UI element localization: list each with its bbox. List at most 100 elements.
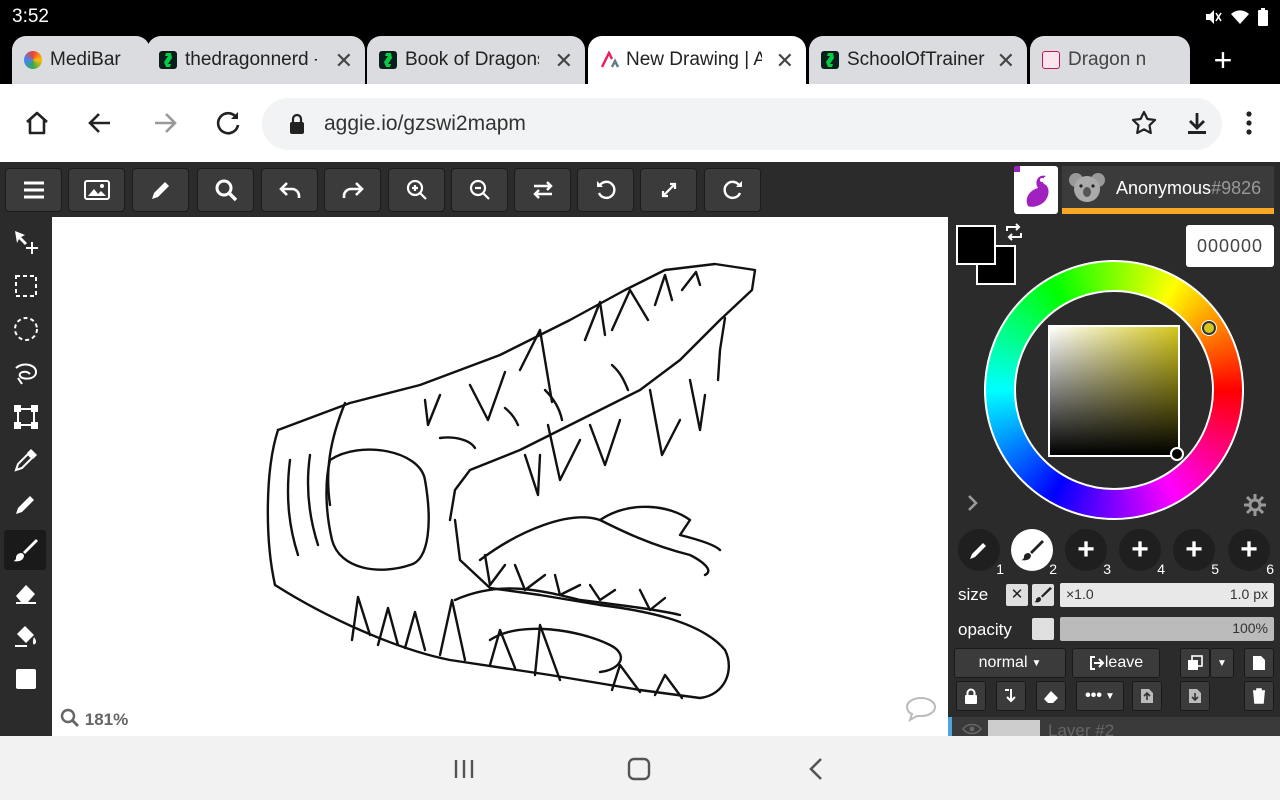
tab-new-drawing[interactable]: New Drawing | Ag ✕ [588,36,806,84]
more-options-button[interactable]: ••• ▼ [1076,681,1124,711]
koala-avatar-icon [1069,173,1105,202]
swap-colors-icon[interactable] [1004,223,1024,241]
hue-handle[interactable] [1202,321,1216,335]
drawing-canvas[interactable] [52,217,948,736]
fill-icon [15,626,37,647]
drawing-app: Anonymous#9826 181% 000000 1 2 + 3 + 4 +… [0,162,1280,736]
close-icon[interactable]: ✕ [555,48,573,74]
leave-icon [1089,656,1105,670]
rotate-left-button[interactable] [577,168,634,212]
delete-layer-button[interactable] [1244,681,1274,711]
brush-preset-4[interactable]: + 4 [1119,529,1165,577]
menu-button[interactable] [5,168,62,212]
omnibox[interactable]: aggie.io/gzswi2mapm [262,98,1222,150]
move-tool[interactable] [8,224,44,260]
reload-icon[interactable] [208,103,248,143]
home-button[interactable] [619,754,659,784]
pencil-tool[interactable] [8,486,44,522]
duplicate-layer-button[interactable] [1180,648,1210,678]
merge-down-button[interactable] [996,681,1026,711]
home-icon[interactable] [17,103,57,143]
sv-handle[interactable] [1170,447,1184,461]
tab-book-of-dragons[interactable]: Book of Dragons ✕ [367,36,585,84]
brush-preset-1[interactable]: 1 [958,529,1004,577]
brush-preset-6[interactable]: + 6 [1228,529,1274,577]
image-button[interactable] [68,168,125,212]
clear-layer-button[interactable] [1036,681,1066,711]
size-reset-button[interactable]: ✕ [1006,584,1028,606]
new-layer-button[interactable] [1244,648,1274,678]
lock-layer-button[interactable] [956,681,986,711]
size-slider[interactable]: ×1.0 1.0 px [1060,583,1274,607]
chat-bubble-icon[interactable] [904,695,938,723]
brush-tool[interactable] [4,530,46,570]
deviantart-icon [159,51,177,69]
zoom-out-button[interactable] [451,168,508,212]
close-icon[interactable]: ✕ [335,48,353,74]
fullscreen-button[interactable] [640,168,697,212]
back-button[interactable] [796,754,836,784]
zoom-in-button[interactable] [388,168,445,212]
opacity-slider[interactable]: 100% [1060,617,1274,641]
search-button[interactable] [197,168,254,212]
new-tab-button[interactable]: + [1205,42,1241,78]
primary-color-swatch[interactable] [956,225,996,265]
opacity-toggle[interactable] [1032,618,1054,640]
layer-item[interactable]: Layer #2 [948,717,1280,736]
back-icon[interactable] [80,103,120,143]
flip-icon [532,181,553,199]
brush-preset-5[interactable]: + 5 [1173,529,1219,577]
eraser-tool[interactable] [8,574,44,610]
recent-apps-icon [454,760,474,778]
opacity-value: 100% [1232,620,1268,636]
lasso-tool[interactable] [8,355,44,391]
close-icon[interactable]: ✕ [997,48,1015,74]
tab-thedragonnerd[interactable]: thedragonnerd - S ✕ [147,36,365,84]
blend-mode-select[interactable]: normal ▼ [954,648,1066,678]
eye-icon[interactable] [962,723,982,735]
plus-icon: + [1185,533,1203,566]
hex-color-field[interactable]: 000000 [1186,225,1274,267]
user-avatar-badge[interactable] [1014,166,1058,214]
tab-schooloftrainers[interactable]: SchoolOfTrainers ✕ [809,36,1027,84]
brush-icon [13,539,38,562]
import-button[interactable] [1132,681,1162,711]
tab-title: New Drawing | Ag [626,49,762,70]
redo-button[interactable] [324,168,381,212]
fill-tool[interactable] [8,617,44,653]
user-card[interactable]: Anonymous#9826 [1062,166,1274,214]
pencil-button[interactable] [132,168,189,212]
size-pressure-button[interactable] [1032,584,1054,606]
close-icon[interactable]: ✕ [776,48,794,74]
aggie-icon [600,50,620,69]
download-icon[interactable] [1177,103,1217,143]
right-panel: 000000 1 2 + 3 + 4 + 5 + 6 size ✕ ×1.0 1… [948,217,1280,736]
leave-button[interactable]: leave [1072,648,1160,678]
dragon-avatar-icon [1014,166,1049,207]
eyedropper-tool[interactable] [8,442,44,478]
transform-tool[interactable] [8,399,44,435]
gear-icon[interactable] [1243,493,1267,517]
rotate-right-button[interactable] [704,168,761,212]
tab-dragon[interactable]: Dragon n [1030,36,1190,84]
rect-select-tool[interactable] [8,268,44,304]
flip-button[interactable] [514,168,571,212]
undo-button[interactable] [261,168,318,212]
saturation-value-square[interactable] [1048,325,1180,457]
pencil-icon [970,543,986,559]
plus-icon: + [1131,533,1149,566]
ellipse-select-tool[interactable] [8,311,44,347]
brush-preset-3[interactable]: + 3 [1065,529,1111,577]
layer-dropdown-button[interactable]: ▼ [1210,648,1234,678]
bookmark-star-icon[interactable] [1124,103,1164,143]
brush-number: 5 [1211,561,1219,577]
more-menu-icon[interactable] [1229,103,1269,143]
brush-preset-2[interactable]: 2 [1011,529,1057,577]
recent-apps-button[interactable] [444,754,484,784]
shape-tool[interactable] [8,661,44,697]
forward-icon[interactable] [145,103,185,143]
mute-icon [1206,10,1222,24]
chevron-right-icon[interactable] [966,493,980,513]
export-button[interactable] [1180,681,1210,711]
tab-medibar[interactable]: MediBar [12,36,150,84]
